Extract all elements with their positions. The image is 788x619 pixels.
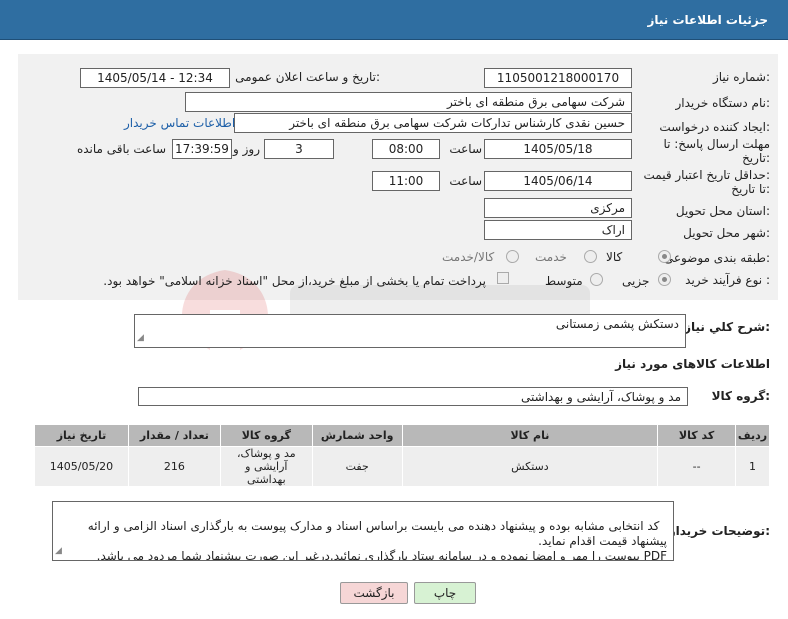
col-row: ردیف — [735, 424, 770, 447]
days-field: 3 — [264, 139, 334, 159]
requester-field: حسین نقدی کارشناس تدارکات شرکت سهامی برق… — [234, 113, 632, 133]
general-desc-field: دستکش پشمی زمستانی ◢ — [134, 314, 686, 348]
price-validity-label: حداقل تاریخ اعتبار قیمت: — [643, 168, 770, 182]
watermark-logo-icon — [181, 270, 590, 350]
goods-table: ردیف کد کالا نام کالا واحد شمارش گروه کا… — [34, 424, 770, 487]
process-radio-medium[interactable] — [590, 273, 603, 286]
goods-info-title: اطلاعات کالاهای مورد نیاز — [615, 357, 770, 371]
goods-table-header: ردیف کد کالا نام کالا واحد شمارش گروه کا… — [34, 424, 770, 447]
remaining-time-field: 17:39:59 — [172, 139, 232, 159]
reply-deadline-label-2: تاریخ: — [742, 151, 770, 165]
buyer-org-label: نام دستگاه خریدار: — [675, 96, 771, 110]
validity-date-field: 1405/06/14 — [484, 171, 632, 191]
category-label: طبقه بندی موضوعی: — [663, 251, 770, 265]
resize-handle-icon[interactable]: ◢ — [137, 331, 144, 346]
category-radio-goods[interactable] — [658, 250, 671, 263]
cell-name: دستکش — [401, 446, 659, 487]
col-unit: واحد شمارش — [311, 424, 403, 447]
remaining-time-label: ساعت باقی مانده — [76, 142, 166, 156]
delivery-province-label: استان محل تحویل: — [675, 204, 770, 218]
cell-code: -- — [657, 446, 737, 487]
print-button[interactable]: چاپ — [414, 582, 476, 604]
validity-time-field: 11:00 — [372, 171, 440, 191]
announce-datetime-field: 1405/05/14 - 12:34 — [80, 68, 230, 88]
page-header: جزئیات اطلاعات نیاز — [0, 0, 788, 40]
requester-label: ایجاد کننده درخواست: — [659, 120, 770, 134]
category-radio-goods-service[interactable] — [506, 250, 519, 263]
announce-datetime-label: تاریخ و ساعت اعلان عمومی: — [235, 70, 380, 84]
city-field: اراک — [484, 220, 632, 240]
col-name: نام کالا — [401, 424, 659, 447]
buyer-notes-label: توضیحات خریدار: — [668, 524, 770, 538]
goods-group-field: مد و پوشاک، آرایشی و بهداشتی — [138, 387, 688, 406]
process-option-medium: متوسط — [545, 274, 583, 288]
col-need-date: تاریخ نیاز — [34, 424, 129, 447]
resize-handle-icon[interactable]: ◢ — [55, 544, 62, 559]
buyer-notes-field: کد انتخابی مشابه بوده و پیشنهاد دهنده می… — [52, 501, 674, 561]
delivery-city-label: شهر محل تحویل: — [683, 226, 770, 240]
reply-time-field: 08:00 — [372, 139, 440, 159]
category-option-goods: کالا — [606, 250, 623, 264]
payment-note: پرداخت تمام یا بخشی از مبلغ خرید،از محل … — [103, 274, 486, 288]
buyer-contact-link[interactable]: اطلاعات تماس خریدار — [124, 116, 235, 130]
general-desc-label: شرح کلي نياز: — [684, 320, 770, 334]
col-quantity: تعداد / مقدار — [127, 424, 221, 447]
need-number-field: 1105001218000170 — [484, 68, 632, 88]
day-and-label: روز و — [233, 142, 260, 156]
cell-quantity: 216 — [127, 446, 221, 487]
category-option-goods-service: کالا/خدمت — [442, 250, 495, 264]
page-title: جزئیات اطلاعات نیاز — [647, 12, 768, 27]
payment-treasury-checkbox[interactable] — [497, 272, 509, 284]
goods-group-label: گروه کالا: — [711, 389, 770, 403]
cell-unit: جفت — [311, 446, 403, 487]
category-option-service: خدمت — [535, 250, 567, 264]
cell-row: 1 — [735, 446, 770, 487]
province-field: مرکزی — [484, 198, 632, 218]
cell-need-date: 1405/05/20 — [34, 446, 129, 487]
buyer-notes-text: کد انتخابی مشابه بوده و پیشنهاد دهنده می… — [87, 519, 667, 561]
general-desc-text: دستکش پشمی زمستانی — [555, 317, 679, 331]
validity-time-label: ساعت — [449, 174, 482, 188]
category-radio-service[interactable] — [584, 250, 597, 263]
col-code: کد کالا — [657, 424, 737, 447]
process-option-minor: جزیی — [622, 274, 650, 288]
process-type-label: نوع فرآیند خرید : — [685, 273, 770, 287]
reply-deadline-label: مهلت ارسال پاسخ: تا — [663, 137, 770, 151]
col-group: گروه کالا — [219, 424, 313, 447]
back-button[interactable]: بازگشت — [340, 582, 408, 604]
reply-date-field: 1405/05/18 — [484, 139, 632, 159]
process-radio-minor[interactable] — [658, 273, 671, 286]
reply-time-label: ساعت — [449, 142, 482, 156]
goods-table-wrapper: ردیف کد کالا نام کالا واحد شمارش گروه کا… — [34, 424, 770, 487]
price-validity-label-2: تا تاریخ: — [731, 182, 770, 196]
cell-group: مد و پوشاک، آرایشی و بهداشتی — [219, 446, 313, 487]
table-row: 1 -- دستکش جفت مد و پوشاک، آرایشی و بهدا… — [34, 446, 770, 487]
need-number-label: شماره نیاز: — [712, 70, 770, 84]
buyer-org-field: شرکت سهامی برق منطقه ای باختر — [185, 92, 632, 112]
